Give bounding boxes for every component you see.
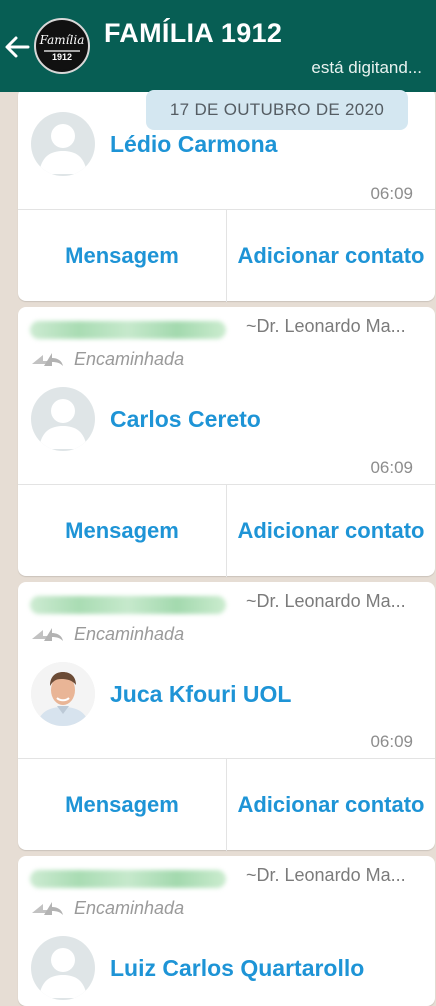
sender-name[interactable]: ~Dr. Leonardo Ma... [246,316,426,337]
message-button[interactable]: Mensagem [18,485,226,577]
contact-actions: Mensagem Adicionar contato [18,484,435,577]
forward-arrows-icon [32,902,63,915]
contact-actions: Mensagem Adicionar contato [18,758,435,851]
back-arrow-icon[interactable] [2,30,32,64]
contact-name[interactable]: Juca Kfouri UOL [110,681,291,708]
sender-name[interactable]: ~Dr. Leonardo Ma... [246,865,426,886]
forward-arrows-icon [32,628,63,641]
contact-card-message: ~Dr. Leonardo Ma... Encaminhada Juca Kfo… [18,582,435,851]
typing-status: está digitand... [311,58,422,77]
group-name[interactable]: FAMÍLIA 1912 [104,18,282,49]
forwarded-indicator: Encaminhada [30,896,184,920]
add-contact-button[interactable]: Adicionar contato [226,759,435,851]
contact-photo-avatar[interactable] [31,662,95,726]
message-time: 06:09 [370,184,413,203]
sender-phone-blurred [30,870,226,888]
default-avatar-icon[interactable] [31,112,95,176]
group-logo-icon: Família 1912 [38,22,86,70]
svg-text:1912: 1912 [52,52,72,62]
forwarded-indicator: Encaminhada [30,622,184,646]
contact-name[interactable]: Luiz Carlos Quartarollo [110,955,364,982]
forwarded-label: Encaminhada [74,897,185,918]
contact-card-message: ~Dr. Leonardo Ma... Encaminhada Luiz Car… [18,856,435,1006]
svg-text:Família: Família [39,33,85,47]
contact-actions: Mensagem Adicionar contato [18,209,435,302]
contact-name[interactable]: Lédio Carmona [110,131,277,158]
forwarded-indicator: Encaminhada [30,347,184,371]
contact-card-message: ~Dr. Leonardo Ma... Encaminhada Carlos C… [18,307,435,577]
message-button[interactable]: Mensagem [18,759,226,851]
sender-phone-blurred [30,321,226,339]
message-time: 06:09 [370,458,413,477]
add-contact-button[interactable]: Adicionar contato [226,485,435,577]
forwarded-label: Encaminhada [74,623,185,644]
message-time: 06:09 [370,732,413,751]
group-avatar[interactable]: Família 1912 [34,18,90,74]
sender-phone-blurred [30,596,226,614]
add-contact-button[interactable]: Adicionar contato [226,210,435,302]
forwarded-label: Encaminhada [74,348,185,369]
forward-arrows-icon [32,353,63,366]
sender-name[interactable]: ~Dr. Leonardo Ma... [246,591,426,612]
message-button[interactable]: Mensagem [18,210,226,302]
default-avatar-icon[interactable] [31,936,95,1000]
contact-name[interactable]: Carlos Cereto [110,406,261,433]
default-avatar-icon[interactable] [31,387,95,451]
date-chip: 17 DE OUTUBRO DE 2020 [146,90,408,130]
chat-header: Família 1912 FAMÍLIA 1912 está digitand.… [0,0,436,92]
